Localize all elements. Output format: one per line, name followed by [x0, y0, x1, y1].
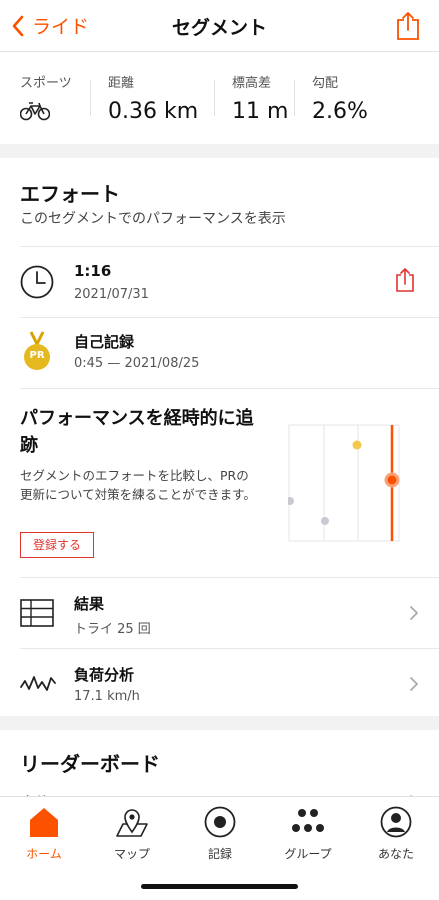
divider [214, 80, 215, 116]
pr-badge-label: PR [29, 350, 45, 361]
effort-time: 1:16 [74, 262, 112, 280]
page-title: セグメント [171, 17, 267, 39]
clock-icon [20, 265, 54, 299]
stat-label: 距離 [108, 76, 135, 91]
stat-label: スポーツ [20, 76, 72, 91]
divider [294, 80, 295, 116]
tab-groups[interactable]: グループ [264, 805, 352, 862]
stat-elevation: 標高差 11 m [232, 72, 288, 124]
share-icon[interactable] [395, 10, 421, 42]
performance-title: パフォーマンスを経時的に追跡 [20, 408, 254, 456]
pr-title: 自己記録 [74, 333, 135, 351]
chevron-right-icon [410, 606, 418, 620]
stat-label: 標高差 [232, 76, 272, 91]
latest-effort-row[interactable]: 1:16 2021/07/31 [0, 247, 439, 317]
tab-label: グループ [284, 847, 332, 861]
personal-record-row[interactable]: PR 自己記録 0:45 — 2021/08/25 [0, 318, 439, 388]
load-title: 負荷分析 [74, 666, 135, 684]
tab-label: ホーム [26, 847, 62, 861]
leaderboard-title: リーダーボード [20, 752, 160, 776]
register-button[interactable]: 登録する [20, 532, 94, 558]
stat-distance: 距離 0.36 km [108, 72, 198, 124]
tab-home[interactable]: ホーム [0, 805, 88, 862]
home-icon [30, 808, 58, 837]
effort-title: エフォート [20, 182, 120, 206]
home-indicator [141, 884, 298, 889]
tab-map[interactable]: マップ [88, 805, 176, 862]
stat-label: 勾配 [312, 76, 339, 91]
group-icon [292, 809, 324, 832]
tab-you[interactable]: あなた [352, 805, 439, 862]
stat-value: 0.36 km [108, 99, 199, 124]
stat-sport: スポーツ [19, 72, 72, 125]
tab-label: マップ [113, 847, 150, 861]
segment-stats: スポーツ 距離 0.36 km 標高差 11 m 勾配 2.6% [0, 52, 439, 144]
record-icon [204, 806, 236, 838]
results-title: 結果 [74, 595, 105, 613]
chevron-right-icon [410, 677, 418, 691]
tab-label: あなた [377, 847, 414, 861]
tab-label: 記録 [207, 847, 232, 861]
divider [90, 80, 91, 116]
tab-record[interactable]: 記録 [176, 805, 264, 862]
effort-subtitle: このセグメントでのパフォーマンスを表示 [20, 211, 286, 227]
stat-value: 2.6% [312, 99, 368, 124]
stat-grade: 勾配 2.6% [312, 72, 368, 124]
bicycle-icon [19, 102, 51, 121]
table-icon [20, 599, 54, 627]
map-icon [116, 809, 148, 837]
pr-detail: 0:45 — 2021/08/25 [74, 356, 200, 371]
results-detail: トライ 25 回 [74, 622, 151, 637]
load-analysis-row[interactable]: 負荷分析 17.1 km/h [0, 649, 439, 716]
performance-description: セグメントのエフォートを比較し、PRの更新について対策を練ることができます。 [20, 468, 256, 502]
results-row[interactable]: 結果 トライ 25 回 [0, 578, 439, 648]
load-detail: 17.1 km/h [74, 689, 140, 704]
effort-date: 2021/07/31 [74, 287, 149, 302]
stat-value: 11 m [232, 99, 289, 124]
header-bar: ライド セグメント [0, 0, 439, 52]
share-effort-icon[interactable] [395, 267, 415, 293]
divider [20, 388, 439, 389]
effort-card: エフォート このセグメントでのパフォーマンスを表示 1:16 2021/07/3… [0, 158, 439, 716]
performance-chart-illustration [288, 424, 400, 542]
profile-icon [380, 806, 412, 838]
pulse-analysis-icon [20, 676, 56, 691]
